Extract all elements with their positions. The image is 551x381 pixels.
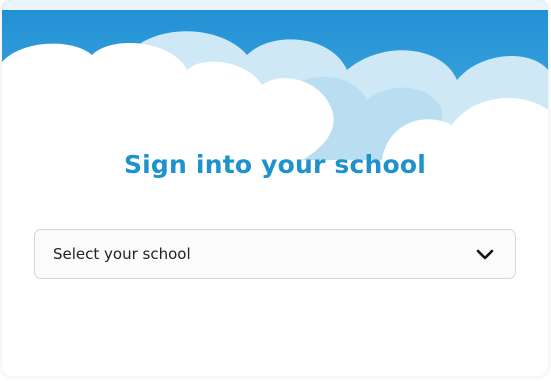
page-title: Sign into your school (123, 150, 427, 179)
chevron-down-icon (476, 249, 494, 260)
sign-in-card: Sign into your school Select your school (2, 0, 548, 376)
school-select-value: Select your school (53, 245, 191, 263)
school-select[interactable]: Select your school (34, 229, 516, 279)
clouds-banner (2, 0, 548, 160)
